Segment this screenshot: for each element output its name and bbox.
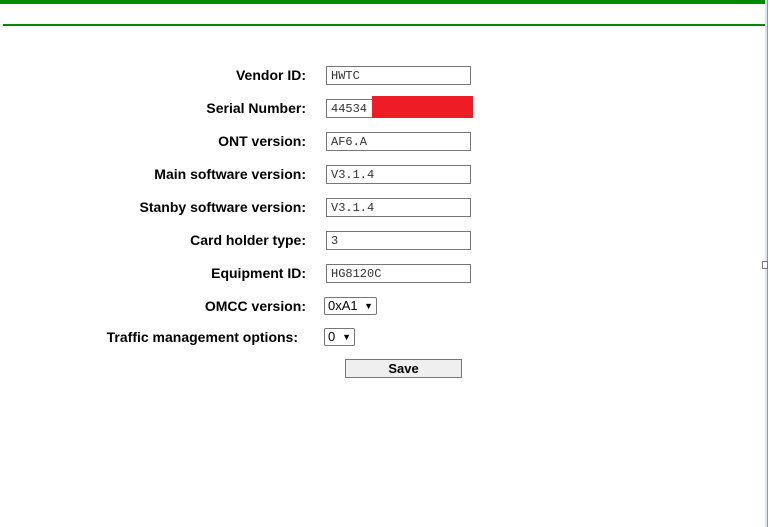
resize-handle[interactable] xyxy=(762,261,768,269)
omcc-version-label: OMCC version: xyxy=(204,298,306,314)
standby-software-version-field[interactable]: V3.1.4 xyxy=(326,198,471,217)
ont-version-field[interactable]: AF6.A xyxy=(326,132,471,151)
standby-software-version-label: Stanby software version: xyxy=(139,199,307,215)
traffic-management-label: Traffic management options: xyxy=(106,329,298,345)
save-button[interactable]: Save xyxy=(345,359,462,378)
card-holder-type-field[interactable]: 3 xyxy=(326,231,471,250)
redaction-block xyxy=(372,96,473,118)
card-holder-type-label: Card holder type: xyxy=(190,232,306,248)
chevron-down-icon: ▼ xyxy=(342,332,351,342)
equipment-id-field[interactable]: HG8120C xyxy=(326,264,471,283)
header-divider xyxy=(3,24,766,26)
main-software-version-label: Main software version: xyxy=(154,166,306,182)
top-green-bar xyxy=(0,0,766,4)
serial-number-label: Serial Number: xyxy=(206,100,306,116)
traffic-management-select[interactable]: 0 ▼ xyxy=(324,328,355,346)
vendor-id-field[interactable]: HWTC xyxy=(326,66,471,85)
equipment-id-label: Equipment ID: xyxy=(211,265,306,281)
vendor-id-label: Vendor ID: xyxy=(235,67,306,83)
omcc-version-value: 0xA1 xyxy=(328,298,358,313)
main-software-version-field[interactable]: V3.1.4 xyxy=(326,165,471,184)
chevron-down-icon: ▼ xyxy=(364,301,373,311)
ont-version-label: ONT version: xyxy=(218,133,306,149)
traffic-management-value: 0 xyxy=(328,329,336,344)
omcc-version-select[interactable]: 0xA1 ▼ xyxy=(324,297,377,315)
